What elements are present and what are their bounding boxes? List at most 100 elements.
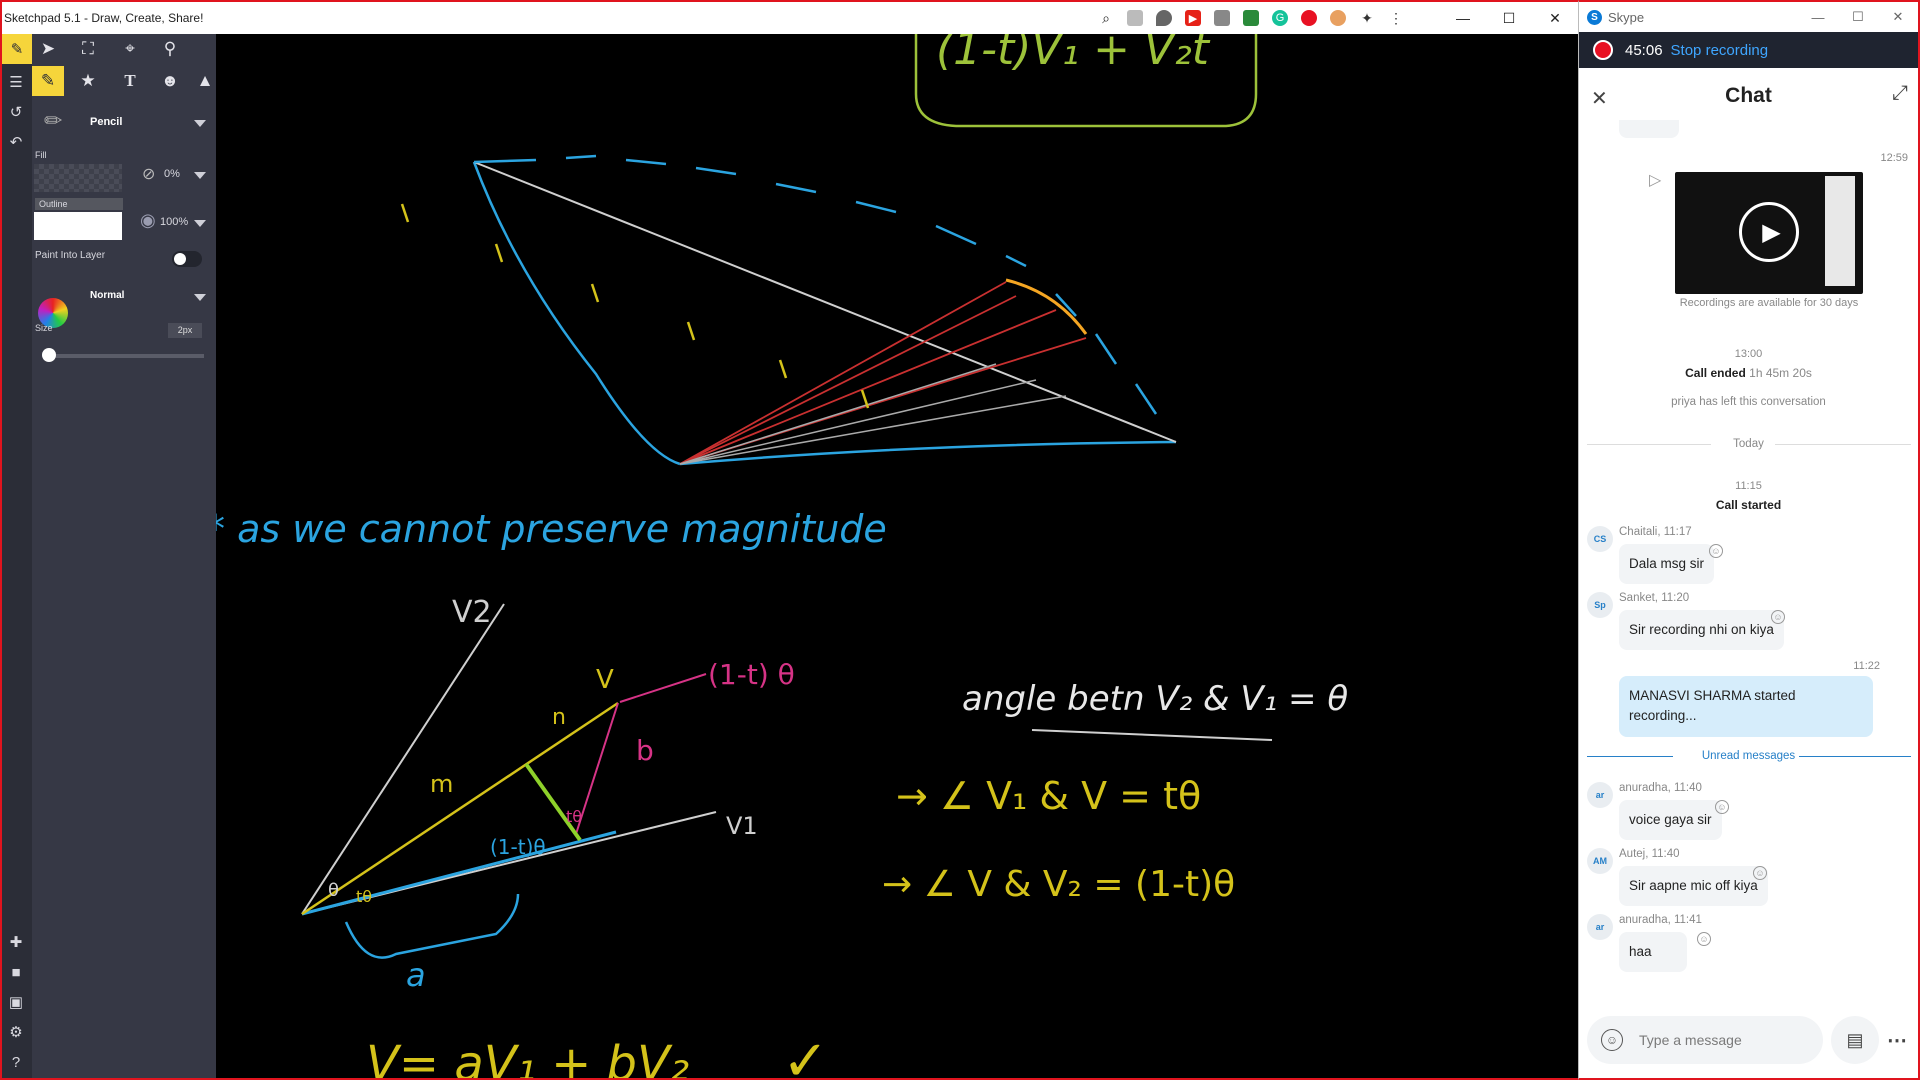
call-ended-time: 13:00 <box>1734 348 1763 360</box>
message-bubble[interactable]: Sir aapne mic off kiya <box>1619 866 1768 907</box>
label-a: a <box>406 956 426 994</box>
close-button[interactable]: ✕ <box>1532 2 1578 34</box>
recording-video[interactable]: ▶ <box>1675 172 1863 294</box>
settings-icon[interactable]: ⚙ <box>6 1022 26 1042</box>
undo-icon[interactable]: ↶ <box>6 132 26 152</box>
outline-label: Outline <box>35 198 123 210</box>
message-bubble[interactable]: Dala msg sir <box>1619 544 1715 585</box>
avatar[interactable]: CS <box>1587 526 1613 552</box>
today-divider-right <box>1775 444 1911 445</box>
feather-icon[interactable] <box>1243 10 1259 26</box>
grammarly-icon[interactable]: G <box>1272 10 1288 26</box>
message-bubble[interactable]: Sir recording nhi on kiya <box>1619 610 1784 651</box>
message-bubble[interactable]: voice gaya sir <box>1619 800 1722 841</box>
emoji-reaction-icon[interactable]: ☺ <box>1771 610 1785 624</box>
send-icon: ▷ <box>1649 172 1662 189</box>
outline-opacity-icon: ◉ <box>140 210 156 230</box>
tools-icon[interactable]: ✎ <box>2 34 32 64</box>
perpendicular-line <box>524 762 582 842</box>
size-slider-knob[interactable] <box>42 348 56 362</box>
size-value[interactable]: 2px <box>168 323 202 338</box>
cursor-icon[interactable]: ➤ <box>32 34 64 64</box>
blue-base <box>679 440 1177 466</box>
save-icon[interactable]: ▣ <box>6 992 26 1012</box>
skype-minimize-button[interactable]: — <box>1798 2 1838 32</box>
maximize-button[interactable]: ☐ <box>1486 2 1532 34</box>
skype-close-button[interactable]: ✕ <box>1878 2 1918 32</box>
gray-rays <box>679 363 1067 465</box>
chat-title: Chat <box>1725 84 1772 107</box>
blend-dropdown-icon[interactable] <box>194 294 206 301</box>
label-n: n <box>552 705 566 730</box>
fill-value: 0% <box>164 168 180 180</box>
outline-swatch[interactable] <box>34 212 122 240</box>
message-sender: Chaitali, 11:17 <box>1619 526 1692 538</box>
emoji-icon[interactable]: ☺ <box>1601 1029 1623 1051</box>
attach-icon[interactable]: ▤ <box>1831 1016 1879 1064</box>
menu-dots-icon[interactable]: ⋮ <box>1388 10 1404 26</box>
avatar[interactable]: ar <box>1587 782 1613 808</box>
label-1-t-theta-pink: (1-t) θ <box>708 658 795 691</box>
paint-into-layer-toggle[interactable] <box>172 251 202 267</box>
pencil-icon[interactable]: ✎ <box>32 66 64 96</box>
emoji-reaction-icon[interactable]: ☺ <box>1709 544 1723 558</box>
puzzle-icon[interactable]: ✦ <box>1359 10 1375 26</box>
sticker-icon[interactable]: ☻ <box>154 66 186 96</box>
screenshot-icon[interactable] <box>1214 10 1230 26</box>
fill-dropdown-icon[interactable] <box>194 172 206 179</box>
extension-icon[interactable] <box>1127 10 1143 26</box>
emoji-reaction-icon[interactable]: ☺ <box>1697 932 1711 946</box>
tool-panel: ➤ ⛶ ⌖ ⚲ ✎ ★ T ☻ ▲ ✏ Pencil Fill ⊘ 0% Out… <box>32 34 216 1078</box>
youtube-icon[interactable]: ▶ <box>1185 10 1201 26</box>
zoom-icon[interactable]: ⌕ <box>1098 10 1114 26</box>
help-icon[interactable]: ? <box>6 1052 26 1072</box>
size-slider[interactable] <box>42 348 204 362</box>
underline <box>1031 729 1273 741</box>
browser-toolbar: ⌕ ▶ G ✦ ⋮ <box>1098 2 1404 34</box>
history-icon[interactable]: ↺ <box>6 102 26 122</box>
honey-icon[interactable] <box>1330 10 1346 26</box>
folder-icon[interactable]: ■ <box>6 962 26 982</box>
message-bubble-own[interactable]: MANASVI SHARMA started recording... <box>1619 676 1873 737</box>
expand-icon[interactable]: ⤢ <box>1892 82 1908 105</box>
window-controls: — ☐ ✕ <box>1440 2 1578 34</box>
blue-dashed-arc <box>473 154 1158 415</box>
gray-diagonal <box>473 161 1177 443</box>
more-icon[interactable]: ⋯ <box>1877 1016 1917 1064</box>
plus-icon[interactable]: ✚ <box>6 932 26 952</box>
avatar[interactable]: ar <box>1587 914 1613 940</box>
bucket-icon[interactable]: ▲ <box>194 66 216 96</box>
fill-swatch[interactable] <box>34 164 122 192</box>
layers-icon[interactable]: ☰ <box>6 72 26 92</box>
avatar[interactable]: AM <box>1587 848 1613 874</box>
outline-dropdown-icon[interactable] <box>194 220 206 227</box>
tool-dropdown-icon[interactable] <box>194 120 206 127</box>
blue-side <box>472 161 681 466</box>
adblock-icon[interactable] <box>1301 10 1317 26</box>
label-t-theta-pink: tθ <box>566 807 582 826</box>
recording-bar: 45:06 Stop recording <box>1579 32 1918 68</box>
record-icon <box>1593 40 1613 60</box>
magnifier-icon[interactable]: ⚲ <box>154 34 186 64</box>
label-1-t-theta: (1-t)θ <box>490 835 546 859</box>
label-b: b <box>636 734 654 767</box>
crop-tool-icon[interactable]: ⌖ <box>114 34 146 64</box>
emoji-reaction-icon[interactable]: ☺ <box>1715 800 1729 814</box>
recording-note: Recordings are available for 30 days <box>1679 297 1859 309</box>
emoji-reaction-icon[interactable]: ☺ <box>1753 866 1767 880</box>
call-started-label: Call started <box>1715 498 1782 512</box>
drawing-canvas[interactable]: (1-t)V₁ + V₂t * as we cannot preserve ma… <box>206 24 1578 1078</box>
avatar[interactable]: Sp <box>1587 592 1613 618</box>
crop-icon[interactable]: ⛶ <box>72 34 104 64</box>
text-icon[interactable]: T <box>114 66 146 96</box>
arrow-line-1: → ∠ V₁ & V = tθ <box>896 774 1201 818</box>
star-icon[interactable]: ★ <box>72 66 104 96</box>
play-icon[interactable]: ▶ <box>1739 202 1799 262</box>
stop-recording-button[interactable]: Stop recording <box>1671 42 1769 59</box>
skype-maximize-button[interactable]: ☐ <box>1838 2 1878 32</box>
message-bubble[interactable]: haa <box>1619 932 1687 973</box>
minimize-button[interactable]: — <box>1440 2 1486 34</box>
label-theta: θ <box>328 880 339 901</box>
call-ended-label: Call ended <box>1685 366 1746 380</box>
location-pin-icon[interactable] <box>1156 10 1172 26</box>
